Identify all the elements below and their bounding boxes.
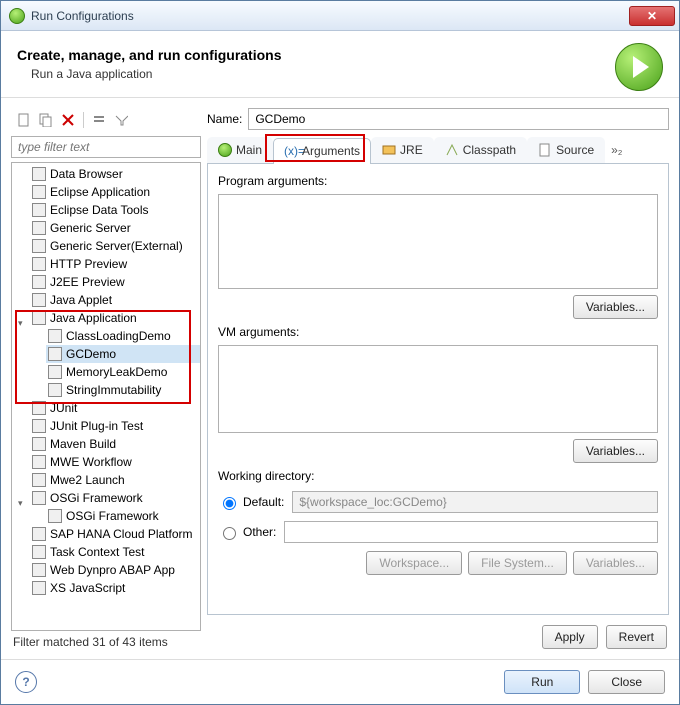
run-icon [9,8,25,24]
tab-bar: Main (x)= Arguments JRE Classpath Source [207,136,669,164]
tree-child[interactable]: OSGi Framework [46,507,200,525]
tree-item[interactable]: Eclipse Application [16,183,200,201]
default-radio-row[interactable]: Default: [218,494,284,510]
window-close-button[interactable]: ✕ [629,6,675,26]
tree-item[interactable]: Web Dynpro ABAP App [16,561,200,579]
titlebar: Run Configurations ✕ [1,1,679,31]
tab-arguments[interactable]: (x)= Arguments [273,138,371,164]
run-hero-icon [615,43,663,91]
vm-vars-button[interactable]: Variables... [573,439,658,463]
tree-item-osgi[interactable]: OSGi Framework [16,489,200,507]
filter-menu-button[interactable] [112,111,130,129]
tree-item[interactable]: Maven Build [16,435,200,453]
run-button[interactable]: Run [504,670,580,694]
other-path-input[interactable] [284,521,658,543]
header-subtitle: Run a Java application [31,67,615,81]
left-panel: Data Browser Eclipse Application Eclipse… [11,108,201,649]
header: Create, manage, and run configurations R… [1,31,679,98]
tree-child[interactable]: MemoryLeakDemo [46,363,200,381]
tree-child[interactable]: StringImmutability [46,381,200,399]
right-panel: Name: Main (x)= Arguments JRE [207,108,669,649]
header-title: Create, manage, and run configurations [17,47,615,63]
tree-item-java-application[interactable]: Java Application [16,309,200,327]
source-tab-icon [538,143,552,157]
main-tab-icon [218,143,232,157]
tree-item[interactable]: Eclipse Data Tools [16,201,200,219]
new-config-button[interactable] [15,111,33,129]
wd-variables-button[interactable]: Variables... [573,551,658,575]
vm-args-input[interactable] [218,345,658,433]
working-dir-label: Working directory: [218,469,658,483]
filesystem-button[interactable]: File System... [468,551,567,575]
footer: ? Run Close [1,659,679,704]
delete-config-button[interactable] [59,111,77,129]
tree-item[interactable]: Data Browser [16,165,200,183]
config-tree[interactable]: Data Browser Eclipse Application Eclipse… [11,162,201,631]
tab-main[interactable]: Main [207,137,273,163]
tree-item[interactable]: HTTP Preview [16,255,200,273]
default-path [292,491,658,513]
tab-classpath[interactable]: Classpath [434,137,527,163]
arguments-pane: Program arguments: Variables... VM argum… [207,164,669,615]
tree-child[interactable]: ClassLoadingDemo [46,327,200,345]
vm-args-label: VM arguments: [218,325,658,339]
jre-tab-icon [382,143,396,157]
program-args-input[interactable] [218,194,658,289]
name-label: Name: [207,112,242,126]
tree-item[interactable]: Generic Server [16,219,200,237]
help-button[interactable]: ? [15,671,37,693]
tree-item[interactable]: SAP HANA Cloud Platform [16,525,200,543]
filter-status: Filter matched 31 of 43 items [11,631,201,649]
tree-item[interactable]: JUnit [16,399,200,417]
tree-item[interactable]: Java Applet [16,291,200,309]
revert-button[interactable]: Revert [606,625,667,649]
tree-item[interactable]: MWE Workflow [16,453,200,471]
duplicate-config-button[interactable] [37,111,55,129]
close-button[interactable]: Close [588,670,665,694]
apply-button[interactable]: Apply [542,625,598,649]
name-input[interactable] [248,108,669,130]
tree-item[interactable]: Generic Server(External) [16,237,200,255]
default-radio[interactable] [223,497,236,510]
other-radio[interactable] [223,527,236,540]
other-radio-row[interactable]: Other: [218,524,276,540]
run-configurations-dialog: Run Configurations ✕ Create, manage, and… [0,0,680,705]
tree-item[interactable]: JUnit Plug-in Test [16,417,200,435]
tab-overflow[interactable]: »₂ [605,143,628,157]
workspace-button[interactable]: Workspace... [366,551,462,575]
tab-jre[interactable]: JRE [371,137,434,163]
tree-child-selected[interactable]: GCDemo [46,345,200,363]
filter-input[interactable] [11,136,201,158]
program-vars-button[interactable]: Variables... [573,295,658,319]
arguments-tab-icon: (x)= [284,144,298,158]
window-title: Run Configurations [31,9,629,23]
config-toolbar [11,108,201,132]
tree-item[interactable]: J2EE Preview [16,273,200,291]
collapse-all-button[interactable] [90,111,108,129]
tab-source[interactable]: Source [527,137,605,163]
program-args-label: Program arguments: [218,174,658,188]
tree-item[interactable]: XS JavaScript [16,579,200,597]
classpath-tab-icon [445,143,459,157]
tree-item[interactable]: Mwe2 Launch [16,471,200,489]
tree-item[interactable]: Task Context Test [16,543,200,561]
